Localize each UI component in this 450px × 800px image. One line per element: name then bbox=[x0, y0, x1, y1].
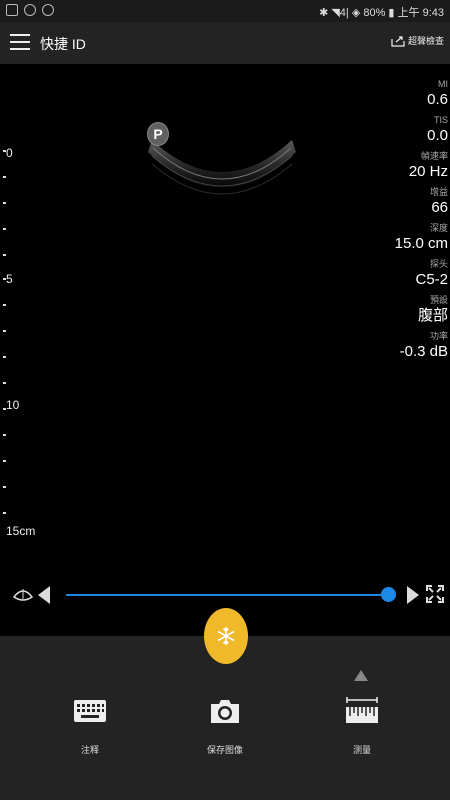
depth-scale: 0 5 10 15cm bbox=[0, 146, 40, 550]
save-image-label: 保存图像 bbox=[206, 745, 243, 755]
status-bar: ✱ ◥4| ◈ 80% ▮ 上午 9:43 bbox=[0, 0, 450, 22]
depth-label: 5 bbox=[6, 272, 13, 286]
slider-increase-arrow[interactable] bbox=[407, 586, 419, 604]
param-preset: 預設 腹部 bbox=[417, 295, 448, 324]
slider-thumb[interactable] bbox=[381, 587, 397, 602]
export-icon bbox=[391, 35, 405, 47]
gallery-icon bbox=[6, 4, 18, 16]
app-title: 快捷 ID bbox=[40, 36, 86, 52]
measure-label: 测量 bbox=[352, 745, 371, 755]
ultrasound-image[interactable]: P 0 5 10 15cm MI 0.6 TIS 0.0 幀速率 20 Hz 增… bbox=[0, 64, 450, 636]
param-gain: 增益 66 bbox=[429, 187, 448, 216]
camera-icon bbox=[211, 700, 239, 723]
measure-button[interactable]: 测量 bbox=[322, 696, 402, 756]
param-tis: TIS 0.0 bbox=[427, 115, 448, 144]
status-notification-icons bbox=[6, 4, 54, 16]
annotate-label: 注释 bbox=[80, 745, 99, 755]
param-probe: 探头 C5-2 bbox=[415, 259, 448, 288]
probe-orientation-marker: P bbox=[147, 122, 169, 146]
save-image-button[interactable]: 保存图像 bbox=[185, 696, 265, 756]
notification-icon bbox=[24, 4, 36, 16]
keyboard-icon bbox=[74, 700, 106, 722]
sector-icon[interactable] bbox=[12, 583, 34, 603]
param-frame-rate: 幀速率 20 Hz bbox=[408, 151, 448, 180]
annotate-button[interactable]: 注释 bbox=[50, 696, 130, 756]
imaging-parameters: MI 0.6 TIS 0.0 幀速率 20 Hz 增益 66 深度 15.0 c… bbox=[378, 78, 448, 366]
param-power: 功率 -0.3 dB bbox=[399, 331, 448, 360]
slider-decrease-arrow[interactable] bbox=[38, 586, 50, 604]
fullscreen-icon[interactable] bbox=[426, 585, 444, 603]
depth-label: 15cm bbox=[6, 524, 36, 538]
export-label: 超聲檢查 bbox=[407, 36, 444, 46]
param-depth: 深度 15.0 cm bbox=[394, 223, 448, 252]
depth-slider-row bbox=[0, 580, 450, 610]
status-right: ✱ ◥4| ◈ 80% ▮ 上午 9:43 bbox=[319, 7, 444, 19]
app-bar: 快捷 ID 超聲檢查 bbox=[0, 22, 450, 64]
notification-icon bbox=[42, 4, 54, 16]
freeze-button[interactable] bbox=[204, 608, 248, 664]
depth-label: 0 bbox=[6, 146, 13, 160]
param-mi: MI 0.6 bbox=[427, 79, 448, 108]
slider-track[interactable] bbox=[66, 594, 392, 596]
snowflake-icon bbox=[217, 627, 235, 645]
export-button[interactable]: 超聲檢查 bbox=[391, 34, 444, 47]
expand-toolbar-arrow[interactable] bbox=[354, 670, 368, 681]
ruler-icon bbox=[346, 697, 378, 723]
depth-label: 10 bbox=[6, 398, 20, 412]
hamburger-icon[interactable] bbox=[10, 34, 30, 50]
